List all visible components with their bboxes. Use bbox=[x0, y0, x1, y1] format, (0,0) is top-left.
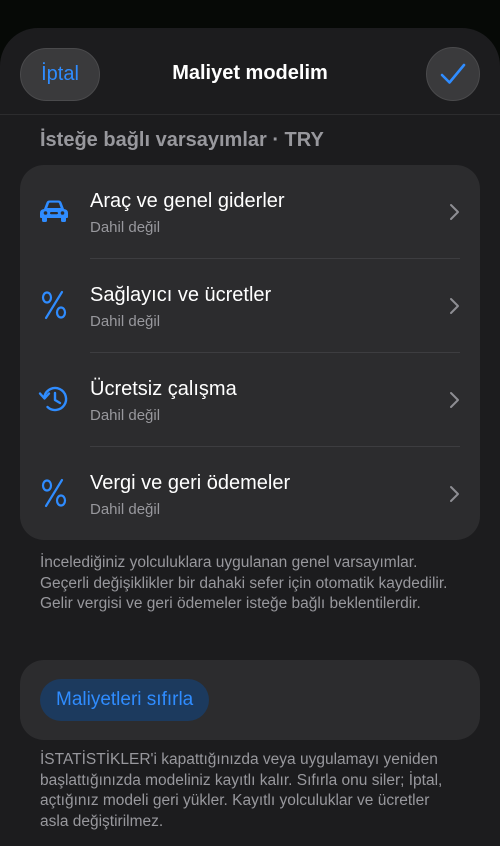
assumption-row-tax[interactable]: Vergi ve geri ödemeler Dahil değil bbox=[20, 447, 480, 540]
header: İptal Maliyet modelim bbox=[0, 28, 500, 116]
assumptions-footnote: İncelediğiniz yolculuklara uygulanan gen… bbox=[40, 554, 448, 612]
row-status: Dahil değil bbox=[90, 313, 161, 330]
header-divider bbox=[0, 114, 500, 115]
chevron-right-icon bbox=[450, 204, 459, 220]
percent-icon bbox=[36, 475, 72, 511]
row-label: Vergi ve geri ödemeler bbox=[90, 472, 291, 494]
assumption-row-unpaid-work[interactable]: Ücretsiz çalışma Dahil değil bbox=[20, 353, 480, 447]
assumption-row-provider[interactable]: Sağlayıcı ve ücretler Dahil değil bbox=[20, 259, 480, 353]
percent-icon bbox=[36, 287, 72, 323]
row-status: Dahil değil bbox=[90, 219, 161, 236]
page-title: Maliyet modelim bbox=[172, 62, 328, 84]
history-clock-icon bbox=[36, 381, 72, 417]
reset-footnote: İSTATİSTİKLER'i kapattığınızda veya uygu… bbox=[40, 751, 443, 830]
section-title: İsteğe bağlı varsayımlar · TRY bbox=[40, 129, 324, 151]
assumptions-card: Araç ve genel giderler Dahil değil Sağla… bbox=[20, 165, 480, 540]
assumption-row-vehicle[interactable]: Araç ve genel giderler Dahil değil bbox=[20, 165, 480, 259]
reset-card: Maliyetleri sıfırla bbox=[20, 660, 480, 740]
row-status: Dahil değil bbox=[90, 501, 161, 518]
row-label: Sağlayıcı ve ücretler bbox=[90, 284, 272, 306]
row-label: Araç ve genel giderler bbox=[90, 190, 285, 212]
cost-model-sheet: İptal Maliyet modelim İsteğe bağlı varsa… bbox=[0, 28, 500, 846]
confirm-button[interactable] bbox=[426, 47, 480, 101]
row-label: Ücretsiz çalışma bbox=[90, 378, 237, 400]
row-status: Dahil değil bbox=[90, 407, 161, 424]
chevron-right-icon bbox=[450, 486, 459, 502]
chevron-right-icon bbox=[450, 298, 459, 314]
reset-costs-button[interactable]: Maliyetleri sıfırla bbox=[40, 679, 210, 721]
chevron-right-icon bbox=[450, 392, 459, 408]
car-icon bbox=[36, 193, 72, 229]
checkmark-icon bbox=[440, 63, 466, 84]
